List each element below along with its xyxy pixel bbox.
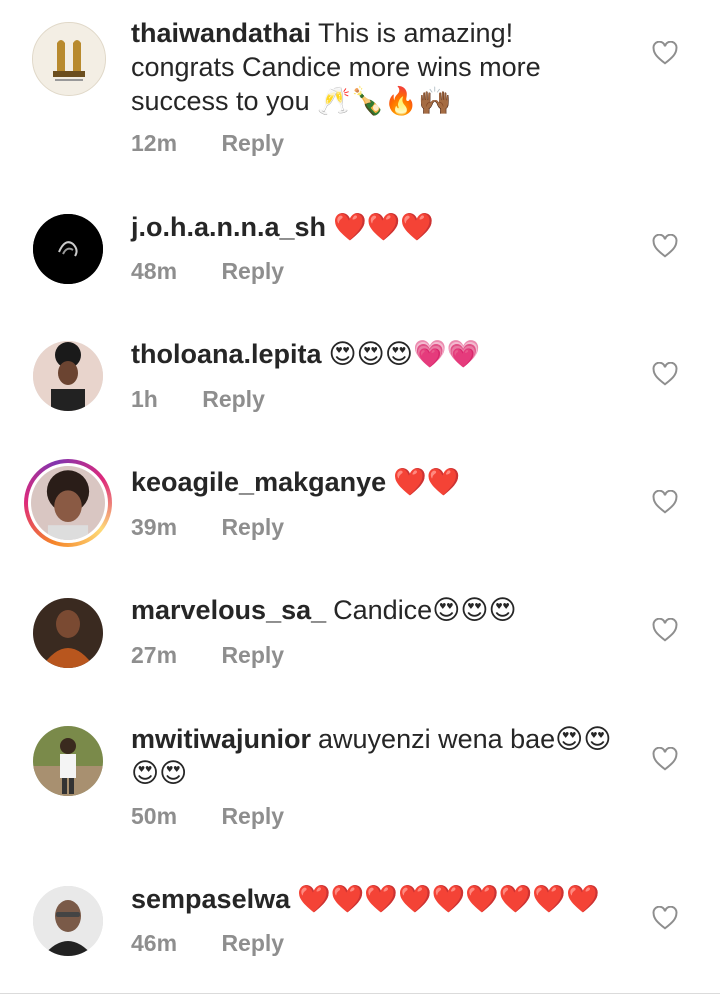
comment-text: keoagile_makganye ❤️❤️ — [131, 465, 631, 499]
comment-meta: 48m Reply — [131, 258, 284, 285]
heart-outline-icon[interactable] — [652, 747, 678, 771]
comment-meta: 39m Reply — [131, 514, 284, 541]
reply-button[interactable]: Reply — [221, 514, 284, 541]
comment-username[interactable]: j.o.h.a.n.n.a_sh — [131, 212, 326, 242]
comment-username[interactable]: keoagile_makganye — [131, 467, 386, 497]
reply-button[interactable]: Reply — [221, 258, 284, 285]
comment-time: 39m — [131, 514, 178, 540]
avatar[interactable] — [32, 22, 106, 96]
comment-text: j.o.h.a.n.n.a_sh ❤️❤️❤️ — [131, 210, 631, 244]
comment-username[interactable]: thaiwandathai — [131, 18, 311, 48]
avatar-image — [33, 598, 103, 668]
comment-text-line: 😍😍😍💗💗 — [328, 339, 481, 369]
reply-button[interactable]: Reply — [221, 130, 284, 157]
avatar[interactable] — [33, 598, 103, 668]
reply-button[interactable]: Reply — [221, 930, 284, 957]
reply-button[interactable]: Reply — [202, 386, 265, 413]
comment-text-line: Candice😍😍😍 — [333, 595, 517, 625]
comment-time: 46m — [131, 930, 178, 956]
avatar-image — [33, 341, 103, 411]
comment-meta: 12m Reply — [131, 130, 284, 157]
avatar-story-ring[interactable] — [24, 459, 112, 547]
comment-time: 50m — [131, 803, 178, 829]
avatar[interactable] — [33, 726, 103, 796]
comment-text: tholoana.lepita 😍😍😍💗💗 — [131, 337, 631, 371]
comment-time: 48m — [131, 258, 178, 284]
heart-outline-icon[interactable] — [652, 490, 678, 514]
comment-meta: 50m Reply — [131, 803, 284, 830]
comment-meta: 46m Reply — [131, 930, 284, 957]
comment-meta: 27m Reply — [131, 642, 284, 669]
comment-text-line: 😍😍 — [131, 758, 188, 788]
comment-text-line: congrats Candice more wins more — [131, 52, 541, 82]
comment-text: marvelous_sa_ Candice😍😍😍 — [131, 593, 631, 627]
comment-username[interactable]: sempaselwa — [131, 884, 290, 914]
divider — [0, 993, 720, 994]
comment-username[interactable]: tholoana.lepita — [131, 339, 322, 369]
comment-text-line: This is amazing! — [318, 18, 514, 48]
comment-text-line: ❤️❤️❤️ — [333, 212, 434, 242]
avatar-image — [33, 214, 103, 284]
comment-text-line: awuyenzi wena bae😍😍 — [318, 724, 612, 754]
comment-username[interactable]: marvelous_sa_ — [131, 595, 326, 625]
avatar — [31, 466, 105, 540]
avatar-image — [31, 466, 105, 540]
comment-text: thaiwandathai This is amazing! congrats C… — [131, 16, 631, 118]
avatar-ring-inner — [28, 463, 108, 543]
comment-text-line: ❤️❤️❤️❤️❤️❤️❤️❤️❤️ — [297, 884, 600, 914]
avatar-image — [33, 726, 103, 796]
comment-text-line: ❤️❤️ — [393, 467, 461, 497]
heart-outline-icon[interactable] — [652, 618, 678, 642]
avatar-image — [33, 886, 103, 956]
comment-text: mwitiwajunior awuyenzi wena bae😍😍 😍😍 — [131, 722, 631, 790]
heart-outline-icon[interactable] — [652, 362, 678, 386]
comment-time: 1h — [131, 386, 158, 412]
heart-outline-icon[interactable] — [652, 41, 678, 65]
comment-time: 12m — [131, 130, 178, 156]
heart-outline-icon[interactable] — [652, 906, 678, 930]
heart-outline-icon[interactable] — [652, 234, 678, 258]
avatar[interactable] — [33, 886, 103, 956]
avatar[interactable] — [33, 214, 103, 284]
avatar-image — [33, 23, 105, 95]
comment-username[interactable]: mwitiwajunior — [131, 724, 311, 754]
comment-time: 27m — [131, 642, 178, 668]
comment-text: sempaselwa ❤️❤️❤️❤️❤️❤️❤️❤️❤️ — [131, 882, 631, 916]
reply-button[interactable]: Reply — [221, 803, 284, 830]
avatar[interactable] — [33, 341, 103, 411]
comment-meta: 1h Reply — [131, 386, 265, 413]
comment-text-line: success to you 🥂🍾🔥🙌🏾 — [131, 86, 452, 116]
reply-button[interactable]: Reply — [221, 642, 284, 669]
